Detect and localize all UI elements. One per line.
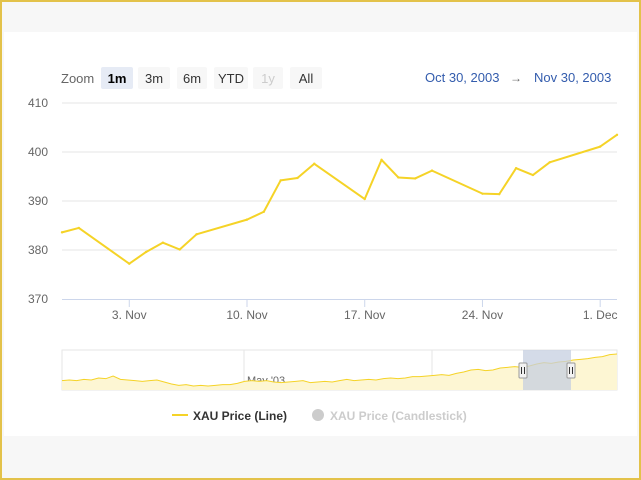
handle-grip [518,362,528,379]
price-point[interactable] [615,133,619,137]
date-range-arrow: → [510,71,522,85]
range-button-label: YTD [218,71,244,86]
price-point[interactable] [531,173,535,177]
y-axis: 370 380 390 400 410 [28,96,48,306]
price-point[interactable] [498,192,501,196]
price-point[interactable] [397,176,400,179]
x-tick-label: 24. Nov [462,308,503,322]
price-point[interactable] [413,177,417,180]
range-button-label: 3m [145,71,163,86]
price-point[interactable] [430,169,434,172]
grid-layer [62,102,617,251]
series-layer [60,133,619,265]
legend-circle-symbol [312,409,324,421]
navigator-selection[interactable] [523,350,571,390]
price-point[interactable] [514,166,518,170]
price-point[interactable] [245,218,249,221]
range-selector: Zoom 1m 3m 6m YTD 1y All Oct 30, 2003 → Nov 3… [61,67,611,89]
price-point[interactable] [279,179,282,182]
price-point[interactable] [161,241,165,244]
legend-label: XAU Price (Line) [193,409,287,423]
price-chart: Zoom 1m 3m 6m YTD 1y All Oct 30, 2003 → Nov 3… [28,67,619,423]
x-axis: 3. Nov 10. Nov 17. Nov 24. Nov 1. Dec [62,299,618,322]
y-tick-label: 400 [28,145,48,159]
price-point[interactable] [195,233,198,236]
y-tick-label: 380 [28,243,48,257]
range-button-label: All [299,71,314,86]
legend-item-candlestick[interactable]: XAU Price (Candlestick) [312,409,467,423]
chart-frame: Zoom 1m 3m 6m YTD 1y All Oct 30, 2003 → Nov 3… [0,0,641,480]
price-point[interactable] [144,250,148,254]
x-tick-label: 3. Nov [112,308,147,322]
legend: XAU Price (Line) XAU Price (Candlestick) [172,409,467,423]
zoom-label: Zoom [61,71,94,86]
legend-item-line[interactable]: XAU Price (Line) [172,409,287,423]
price-point[interactable] [598,145,602,148]
price-point[interactable] [363,197,366,201]
range-button-ytd[interactable]: YTD [214,67,248,89]
price-point[interactable] [178,248,181,251]
y-tick-label: 390 [28,194,48,208]
price-point[interactable] [481,192,484,195]
navigator[interactable]: May '03Sep '03 [61,349,618,391]
price-point[interactable] [60,231,64,234]
chart-card: Zoom 1m 3m 6m YTD 1y All Oct 30, 2003 → Nov 3… [4,32,637,436]
price-point[interactable] [380,158,383,162]
y-tick-label: 370 [28,292,48,306]
range-button-1m[interactable]: 1m [101,67,133,89]
range-button-all[interactable]: All [290,67,322,89]
date-to[interactable]: Nov 30, 2003 [534,70,611,85]
legend-label: XAU Price (Candlestick) [330,409,467,423]
range-button-label: 1y [261,71,275,86]
range-button-6m[interactable]: 6m [177,67,207,89]
price-point[interactable] [313,162,316,165]
range-button-label: 6m [183,71,201,86]
price-point[interactable] [296,176,299,180]
navigator-handle-left[interactable] [518,362,528,379]
x-tick-label: 1. Dec [583,308,618,322]
range-buttons: 1m 3m 6m YTD 1y All [101,67,322,89]
y-tick-label: 410 [28,96,48,110]
range-button-1y: 1y [253,67,283,89]
x-tick-label: 10. Nov [226,308,267,322]
date-from[interactable]: Oct 30, 2003 [425,70,499,85]
handle-grip [566,362,576,379]
price-point[interactable] [262,210,266,213]
price-point[interactable] [128,262,131,265]
navigator-handle-right[interactable] [566,362,576,379]
price-point[interactable] [548,161,551,164]
range-button-label: 1m [108,71,127,86]
price-line[interactable] [61,134,618,265]
price-point[interactable] [77,226,81,230]
x-tick-label: 17. Nov [344,308,385,322]
range-button-3m[interactable]: 3m [138,67,170,89]
